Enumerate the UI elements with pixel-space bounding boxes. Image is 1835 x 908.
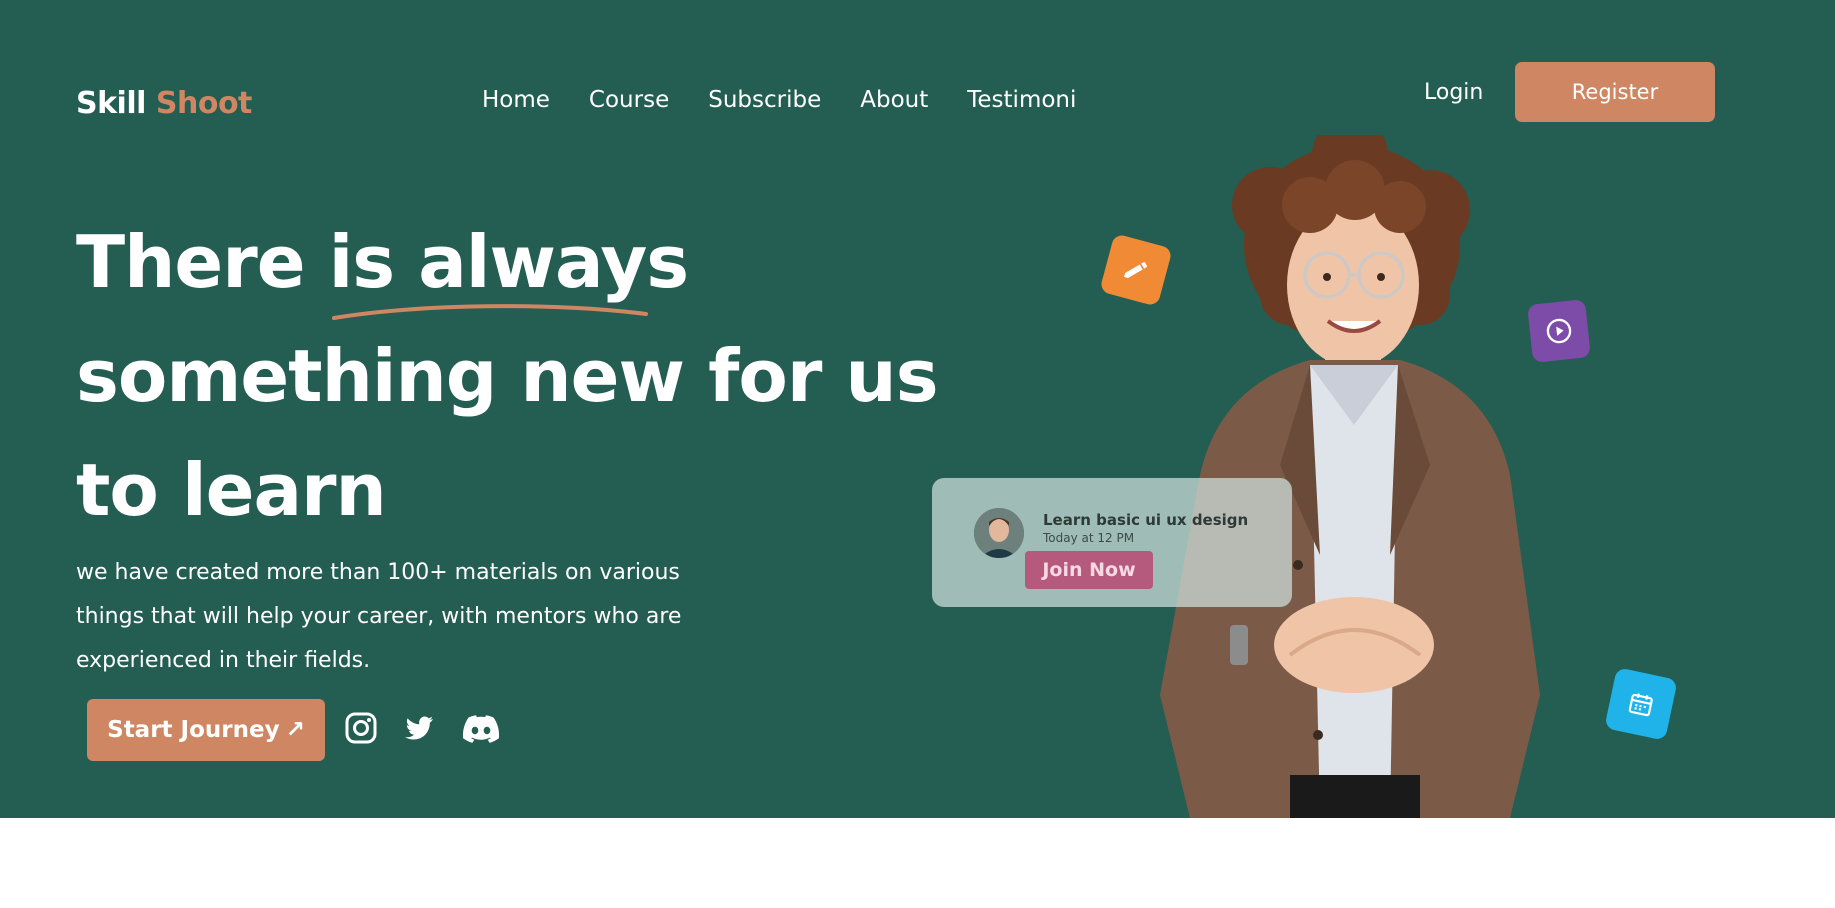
calendar-tile — [1604, 667, 1678, 741]
headline-line-3: to learn — [76, 448, 387, 532]
hero-person-illustration — [1160, 135, 1540, 818]
nav-item-home[interactable]: Home — [482, 85, 550, 115]
next-section — [0, 818, 1835, 908]
class-card: Learn basic ui ux design Today at 12 PM … — [932, 478, 1292, 607]
headline-underline — [332, 304, 648, 320]
nav-item-subscribe[interactable]: Subscribe — [708, 85, 821, 115]
main-nav: Home Course Subscribe About Testimoni — [482, 85, 1115, 115]
logo-primary: Skill — [76, 86, 146, 121]
class-title: Learn basic ui ux design — [1043, 511, 1249, 529]
class-time: Today at 12 PM — [1043, 531, 1135, 545]
nav-item-course[interactable]: Course — [589, 85, 669, 115]
join-now-button[interactable]: Join Now — [1025, 551, 1153, 589]
twitter-icon[interactable] — [402, 711, 436, 745]
play-tile — [1527, 299, 1591, 363]
logo[interactable]: Skill Shoot — [76, 86, 252, 121]
avatar — [974, 508, 1024, 558]
hero-description: we have created more than 100+ materials… — [76, 560, 682, 673]
start-journey-button[interactable]: Start Journey ↗ — [87, 699, 325, 761]
instagram-icon[interactable] — [344, 711, 378, 745]
calendar-icon — [1628, 693, 1653, 717]
hero-section: Skill Shoot Home Course Subscribe About … — [0, 0, 1835, 818]
headline-line-2: something new for us — [76, 334, 939, 418]
register-button[interactable]: Register — [1515, 62, 1715, 122]
start-journey-label: Start Journey — [107, 717, 280, 743]
pencil-icon — [1124, 262, 1148, 278]
logo-accent: Shoot — [155, 86, 253, 121]
play-icon — [1546, 318, 1572, 344]
login-link[interactable]: Login — [1424, 78, 1483, 108]
nav-item-about[interactable]: About — [860, 85, 928, 115]
discord-icon[interactable] — [460, 711, 500, 745]
nav-item-testimoni[interactable]: Testimoni — [967, 85, 1076, 115]
hero-headline: There is always something new for us to … — [76, 205, 976, 547]
arrow-up-right-icon: ↗ — [285, 717, 305, 743]
mentor-avatar-image — [974, 508, 1024, 558]
social-links — [344, 711, 500, 745]
